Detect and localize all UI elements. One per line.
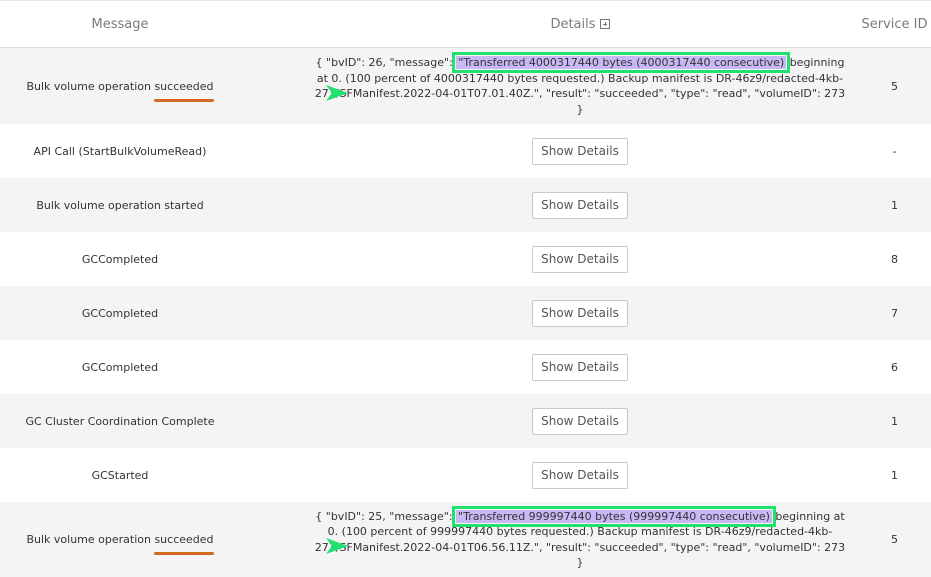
table-row: Bulk volume operation started Show Detai…: [0, 178, 931, 232]
details-cell: Show Details: [240, 124, 920, 178]
details-cell: Show Details: [240, 448, 920, 502]
message-status-underlined: succeeded: [154, 79, 214, 102]
details-cell: Show Details: [240, 178, 920, 232]
details-json: { "bvID": 25, "message": "Transferred 99…: [314, 505, 846, 569]
service-id-cell: 1: [891, 468, 898, 482]
message-cell: GCCompleted: [81, 360, 159, 374]
show-details-button[interactable]: Show Details: [532, 461, 628, 489]
table-row: GCCompleted Show Details 7: [0, 286, 931, 340]
message-cell: GCCompleted: [81, 252, 159, 266]
table-row: GCStarted Show Details 1: [0, 448, 931, 502]
message-cell: API Call (StartBulkVolumeRead): [33, 144, 207, 158]
message-text: Bulk volume operation: [26, 79, 155, 93]
details-cell: Show Details: [240, 232, 920, 286]
column-header-message[interactable]: Message: [0, 1, 240, 49]
service-id-cell: 7: [891, 306, 898, 320]
table-row: GC Cluster Coordination Complete Show De…: [0, 394, 931, 448]
expand-all-icon[interactable]: [599, 19, 610, 29]
show-details-button[interactable]: Show Details: [532, 407, 628, 435]
message-status-underlined: succeeded: [154, 533, 214, 555]
service-id-cell: 6: [891, 360, 898, 374]
show-details-button[interactable]: Show Details: [532, 245, 628, 273]
column-header-service-id[interactable]: Service ID: [858, 1, 931, 49]
service-id-cell: 1: [891, 198, 898, 212]
table-row: GCCompleted Show Details 8: [0, 232, 931, 286]
show-details-button[interactable]: Show Details: [532, 191, 628, 219]
message-cell: GC Cluster Coordination Complete: [25, 414, 215, 428]
table-row: API Call (StartBulkVolumeRead) Show Deta…: [0, 124, 931, 178]
table-row: GCCompleted Show Details 6: [0, 340, 931, 394]
table-row: Bulk volume operation succeeded { "bvID"…: [0, 48, 931, 124]
service-id-cell: 5: [891, 533, 898, 546]
annotation-arrow-icon: [326, 538, 348, 554]
message-cell: Bulk volume operation succeeded: [0, 502, 240, 577]
show-details-button[interactable]: Show Details: [532, 353, 628, 381]
service-id-cell: 1: [891, 414, 898, 428]
service-id-cell: -: [892, 144, 897, 158]
annotation-arrow-icon: [326, 85, 348, 101]
details-cell: Show Details: [240, 286, 920, 340]
service-id-cell: 5: [891, 79, 898, 93]
message-cell: GCStarted: [91, 468, 149, 482]
highlighted-transfer-message: "Transferred 4000317440 bytes (400031744…: [452, 52, 791, 73]
message-cell: Bulk volume operation succeeded: [0, 48, 240, 124]
details-cell: Show Details: [240, 394, 920, 448]
details-json: { "bvID": 26, "message": "Transferred 40…: [314, 52, 846, 116]
table-row: Bulk volume operation succeeded { "bvID"…: [0, 502, 931, 577]
show-details-button[interactable]: Show Details: [532, 137, 628, 165]
details-cell: Show Details: [240, 340, 920, 394]
message-cell: Bulk volume operation started: [36, 198, 204, 212]
service-id-cell: 8: [891, 252, 898, 266]
message-cell: GCCompleted: [81, 306, 159, 320]
highlighted-transfer-message: "Transferred 999997440 bytes (999997440 …: [452, 505, 776, 527]
column-header-details[interactable]: Details: [240, 1, 920, 49]
message-text: Bulk volume operation: [26, 533, 155, 546]
table-header: Message Details Service ID: [0, 0, 931, 48]
show-details-button[interactable]: Show Details: [532, 299, 628, 327]
